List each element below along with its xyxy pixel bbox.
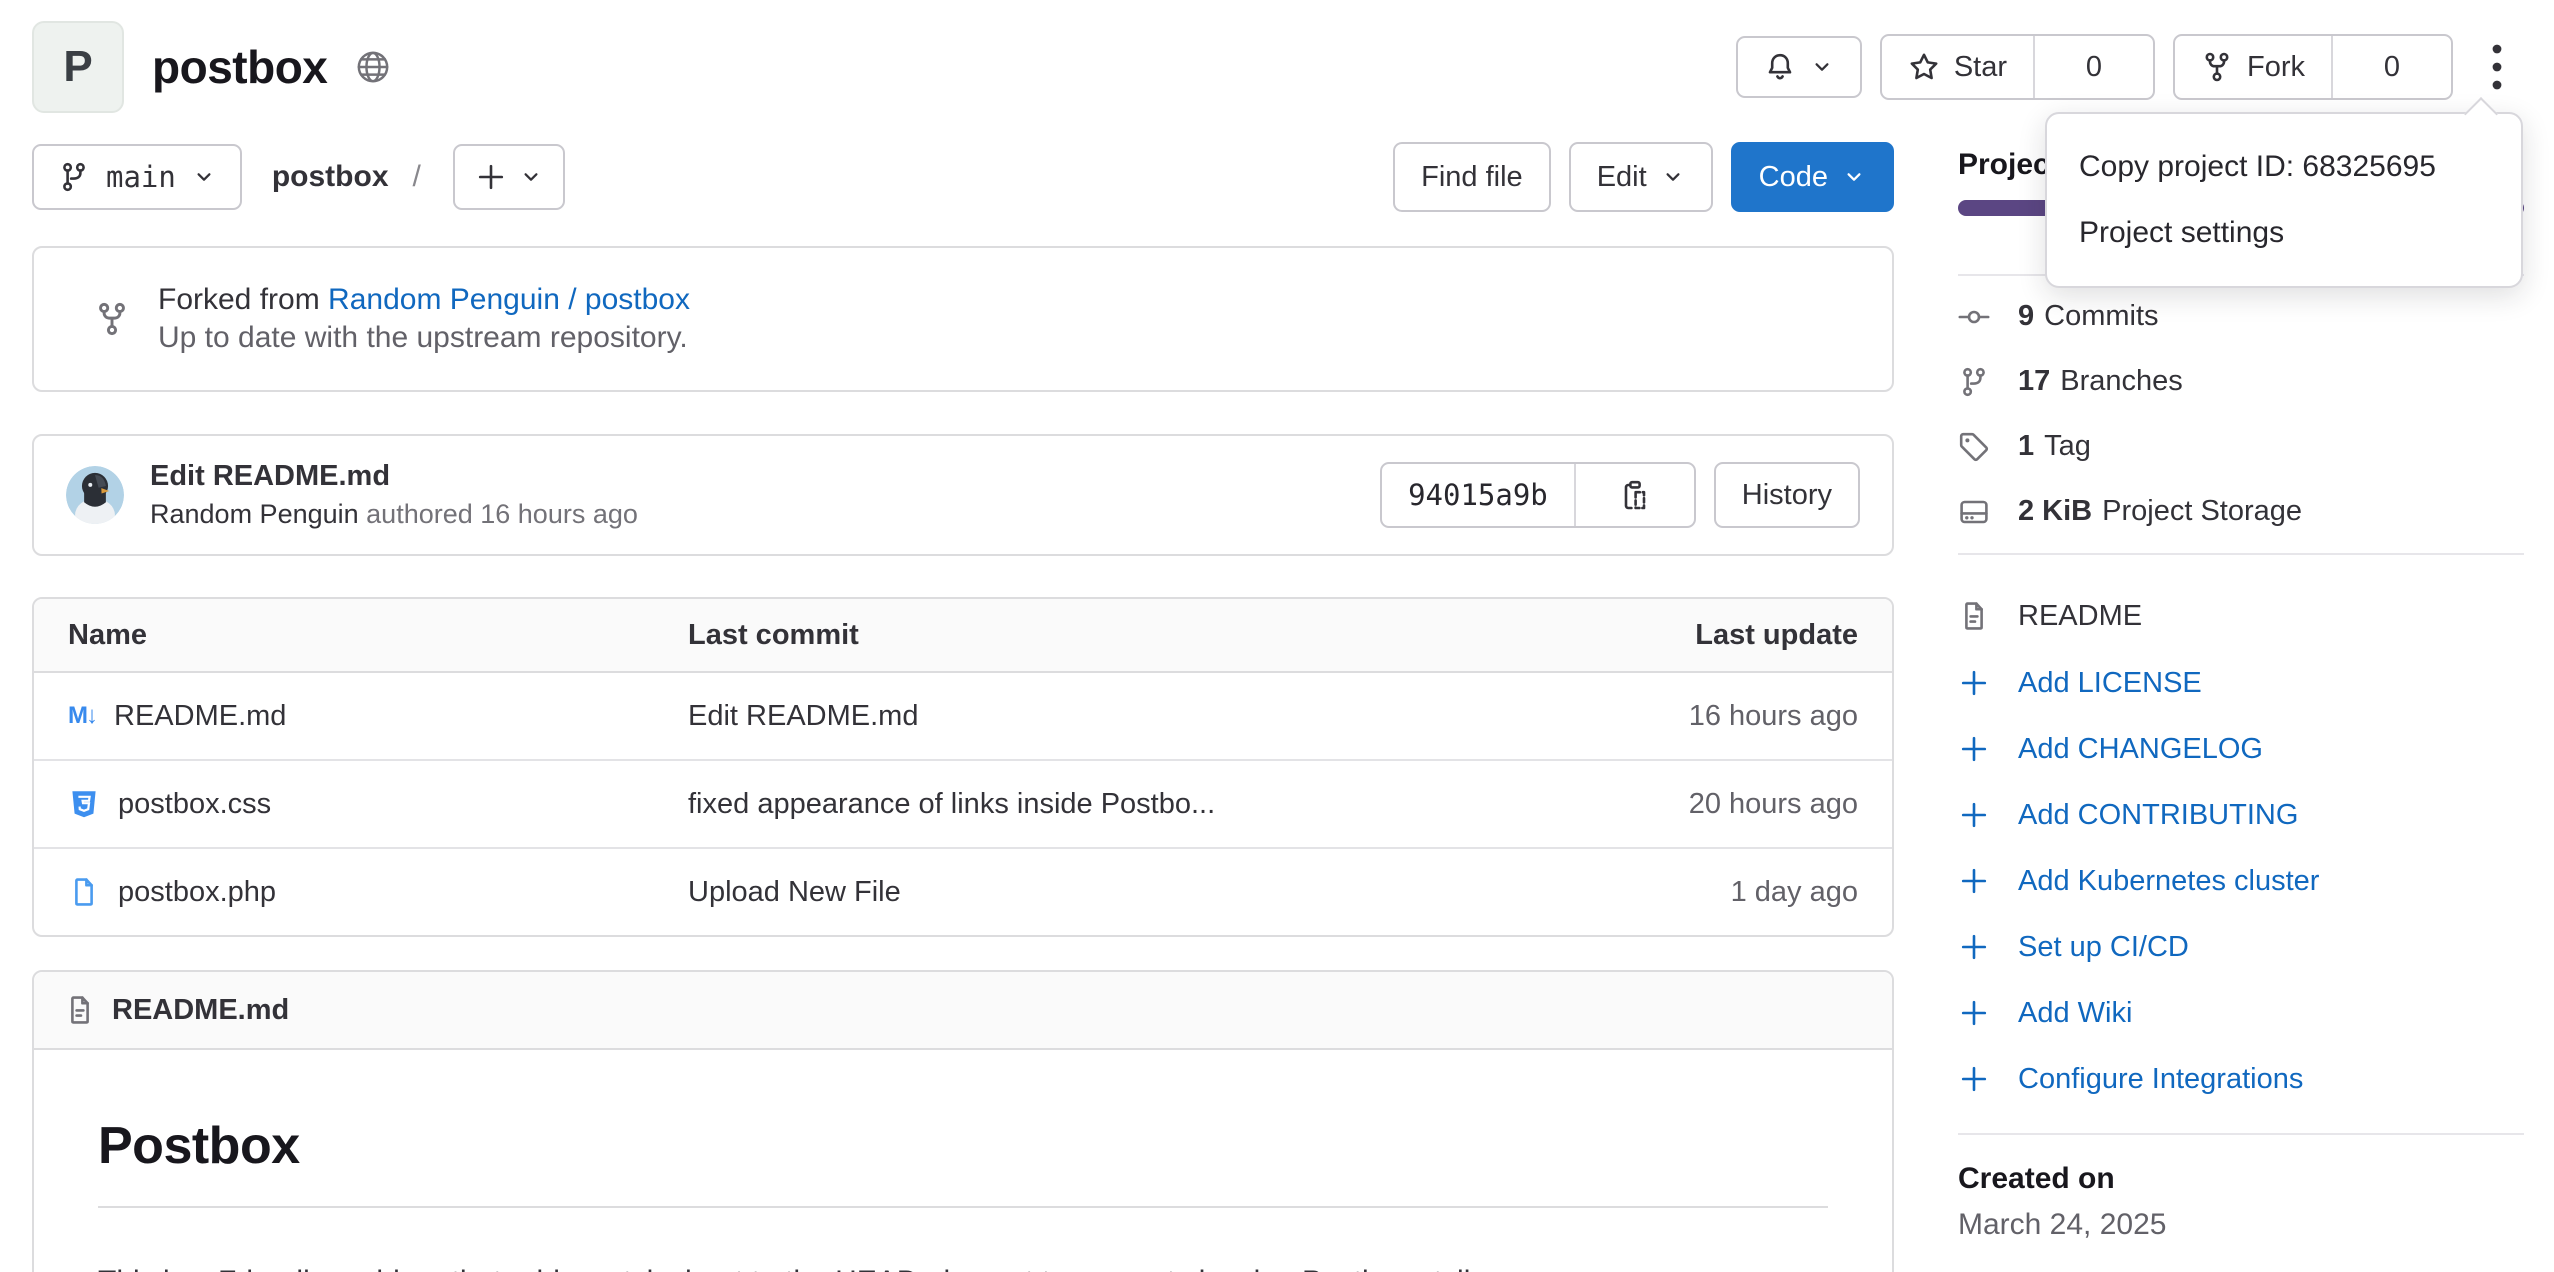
file-tree-table: Name Last commit Last update M↓ README.m… (32, 597, 1894, 937)
notifications-button[interactable] (1736, 36, 1862, 98)
plus-icon (475, 161, 507, 193)
sidebar-stat-branches[interactable]: 17 Branches (1958, 349, 2524, 414)
markdown-file-icon: M↓ (68, 702, 96, 730)
commit-sha-group: 94015a9b (1380, 462, 1696, 528)
chevron-down-icon (519, 165, 543, 189)
configure-integrations-link[interactable]: Configure Integrations (1958, 1046, 2524, 1112)
document-icon (1958, 600, 1990, 632)
fork-status-text: Up to date with the upstream repository. (158, 321, 690, 355)
commit-message-link[interactable]: Upload New File (688, 876, 1528, 909)
page-title: postbox (152, 40, 327, 94)
last-update-cell: 1 day ago (1528, 876, 1858, 909)
branch-icon (1958, 366, 1990, 398)
file-link-postbox-css[interactable]: postbox.css (68, 788, 688, 821)
set-up-cicd-link[interactable]: Set up CI/CD (1958, 914, 2524, 980)
sidebar-stat-tags[interactable]: 1 Tag (1958, 414, 2524, 479)
fork-notice: Forked from Random Penguin / postbox Up … (32, 246, 1894, 392)
repo-stats: 9 Commits 17 Branches (1958, 284, 2524, 544)
chevron-down-icon (1810, 55, 1834, 79)
tag-icon (1958, 431, 1990, 463)
add-license-link[interactable]: Add LICENSE (1958, 650, 2524, 716)
bell-icon (1764, 51, 1796, 83)
plus-icon (1958, 667, 1990, 699)
forked-from-text: Forked from (158, 283, 328, 316)
commit-message-link[interactable]: fixed appearance of links inside Postbo.… (688, 788, 1528, 821)
gitlab-project-page: P postbox (0, 0, 2554, 1272)
commit-message-link[interactable]: Edit README.md (688, 700, 1528, 733)
readme-filename-link[interactable]: README.md (112, 994, 289, 1027)
table-row: postbox.css fixed appearance of links in… (34, 759, 1892, 847)
table-row: M↓ README.md Edit README.md 16 hours ago (34, 673, 1892, 759)
column-last-update: Last update (1528, 619, 1858, 652)
sidebar-readme-link[interactable]: README (1958, 584, 2524, 648)
file-link-postbox-php[interactable]: postbox.php (68, 876, 688, 909)
commit-icon (1958, 301, 1990, 333)
column-name: Name (68, 619, 688, 652)
branch-icon (58, 161, 90, 193)
commit-author-link[interactable]: Random Penguin (150, 499, 359, 529)
created-on-label: Created on (1958, 1162, 2524, 1196)
repo-toolbar: main postbox / Find file Edit (32, 142, 1894, 212)
copy-sha-button[interactable] (1574, 464, 1694, 526)
created-on-date: March 24, 2025 (1958, 1208, 2524, 1242)
readme-divider (98, 1206, 1828, 1208)
commit-byline: Random Penguin authored 16 hours ago (150, 499, 638, 530)
last-update-cell: 16 hours ago (1528, 700, 1858, 733)
css-file-icon (68, 788, 100, 820)
chevron-down-icon (1842, 165, 1866, 189)
php-file-icon (68, 876, 100, 908)
breadcrumb-project-link[interactable]: postbox (272, 160, 389, 194)
commit-title-link[interactable]: Edit README.md (150, 460, 638, 493)
file-table-header: Name Last commit Last update (34, 599, 1892, 673)
readme-rendered-body: Postbox This is a Friendica add-on that … (34, 1050, 1892, 1272)
author-avatar[interactable] (66, 466, 124, 524)
readme-file-header: README.md (34, 972, 1892, 1050)
sidebar-add-links: Add LICENSE Add CHANGELOG Add CONTRIBUTI… (1958, 650, 2524, 1112)
last-update-cell: 20 hours ago (1528, 788, 1858, 821)
chevron-down-icon (192, 165, 216, 189)
add-kubernetes-cluster-link[interactable]: Add Kubernetes cluster (1958, 848, 2524, 914)
plus-icon (1958, 799, 1990, 831)
file-link-readme[interactable]: M↓ README.md (68, 700, 688, 733)
breadcrumb-separator: / (413, 160, 421, 194)
history-button[interactable]: History (1714, 462, 1860, 528)
plus-icon (1958, 931, 1990, 963)
star-icon (1908, 51, 1940, 83)
sidebar-divider (1958, 553, 2524, 555)
branch-selector[interactable]: main (32, 144, 242, 210)
last-commit-bar: Edit README.md Random Penguin authored 1… (32, 434, 1894, 556)
sidebar-stat-commits[interactable]: 9 Commits (1958, 284, 2524, 349)
project-avatar: P (32, 21, 124, 113)
plus-icon (1958, 1063, 1990, 1095)
clipboard-icon (1619, 479, 1651, 511)
code-dropdown-button[interactable]: Code (1731, 142, 1894, 212)
add-contributing-link[interactable]: Add CONTRIBUTING (1958, 782, 2524, 848)
commit-sha[interactable]: 94015a9b (1382, 464, 1574, 526)
breadcrumb: postbox / (272, 160, 423, 194)
document-icon (64, 994, 96, 1026)
readme-card: README.md Postbox This is a Friendica ad… (32, 970, 1894, 1272)
find-file-button[interactable]: Find file (1393, 142, 1551, 212)
readme-paragraph: This is a Friendica add-on that adds a s… (98, 1260, 1828, 1272)
add-to-repo-button[interactable] (453, 144, 565, 210)
copy-project-id-item[interactable]: Copy project ID: 68325695 (2047, 134, 2521, 200)
edit-dropdown-button[interactable]: Edit (1569, 142, 1713, 212)
sidebar-divider (1958, 1133, 2524, 1135)
column-last-commit: Last commit (688, 619, 1528, 652)
sidebar-stat-storage[interactable]: 2 KiB Project Storage (1958, 479, 2524, 544)
upstream-project-link[interactable]: Random Penguin / postbox (328, 283, 690, 316)
table-row: postbox.php Upload New File 1 day ago (34, 847, 1892, 935)
plus-icon (1958, 733, 1990, 765)
readme-heading: Postbox (98, 1116, 1828, 1176)
project-settings-item[interactable]: Project settings (2047, 200, 2521, 266)
chevron-down-icon (1661, 165, 1685, 189)
plus-icon (1958, 997, 1990, 1029)
globe-icon (355, 49, 391, 85)
fork-icon (94, 301, 130, 337)
storage-icon (1958, 496, 1990, 528)
add-changelog-link[interactable]: Add CHANGELOG (1958, 716, 2524, 782)
plus-icon (1958, 865, 1990, 897)
more-actions-dropdown: Copy project ID: 68325695 Project settin… (2045, 112, 2523, 288)
add-wiki-link[interactable]: Add Wiki (1958, 980, 2524, 1046)
